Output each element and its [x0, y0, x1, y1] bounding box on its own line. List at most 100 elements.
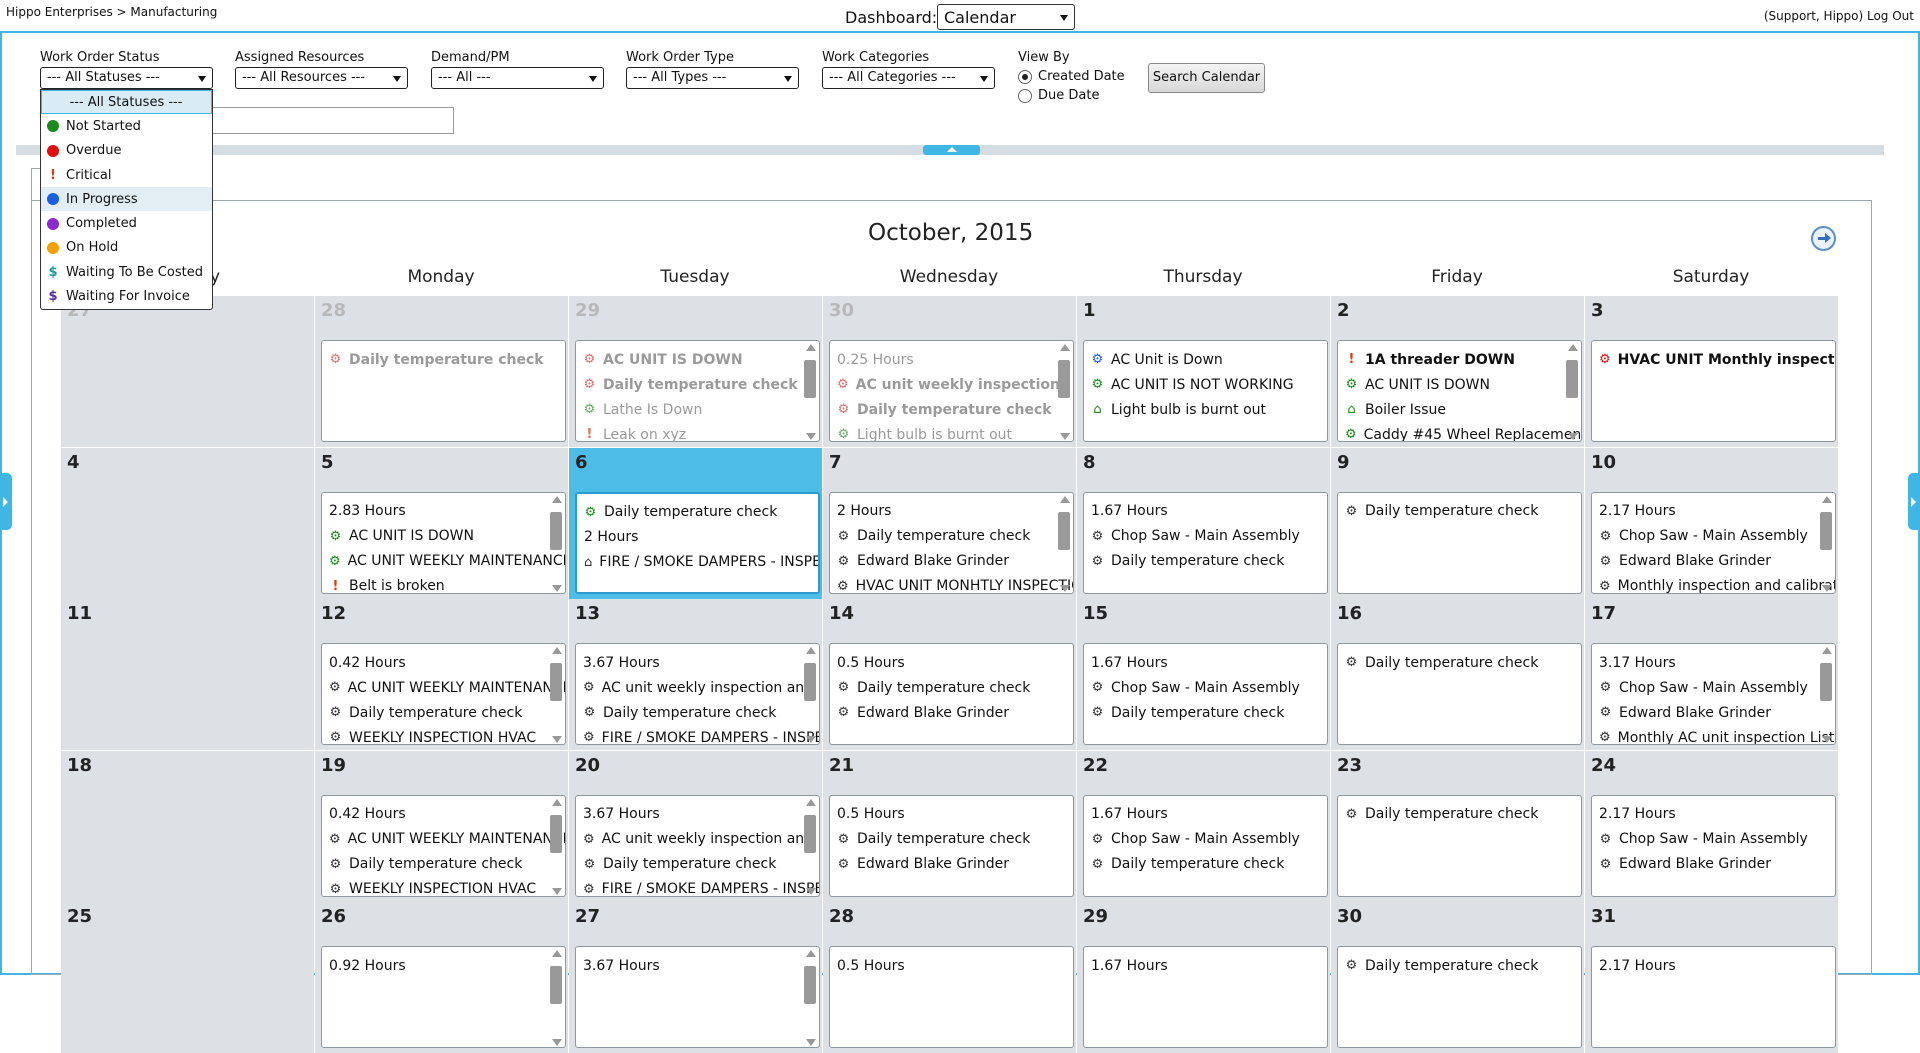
scrollbar[interactable]	[1565, 344, 1579, 440]
dashboard-select[interactable]: Calendar	[937, 4, 1075, 30]
scroll-thumb[interactable]	[550, 511, 562, 550]
calendar-day-cell[interactable]: 19 0.42 Hours ⚙ AC UNIT WEEKLY MAINTENANCE ⚙…	[315, 750, 568, 902]
scroll-up-icon[interactable]	[552, 495, 562, 503]
scrollbar[interactable]	[549, 798, 563, 895]
resources-select[interactable]: --- All Resources ---	[235, 67, 408, 89]
work-order-item[interactable]: ⚙ Lathe Is Down	[583, 397, 819, 422]
work-order-list[interactable]: 2 Hours ⚙ Daily temperature check ⚙ Edward B…	[829, 491, 1074, 594]
work-order-list[interactable]: 3.67 Hours ⚙ AC unit weekly inspection and…	[575, 643, 820, 745]
calendar-day-cell[interactable]: 15 1.67 Hours ⚙ Chop Saw - Main Assembly ⚙ Da…	[1077, 599, 1330, 750]
calendar-day-cell[interactable]: 16 ⚙ Daily temperature check	[1331, 599, 1584, 750]
calendar-day-cell[interactable]: 13 3.67 Hours ⚙ AC unit weekly inspection a…	[569, 599, 822, 750]
work-order-list[interactable]: 2.17 Hours ⚙ Chop Saw - Main Assembly ⚙ Edwa…	[1591, 794, 1836, 897]
work-order-item[interactable]: ⚙ HVAC UNIT Monthly inspection	[1599, 347, 1835, 372]
scroll-up-icon[interactable]	[806, 647, 816, 654]
calendar-day-cell[interactable]: 27 3.67 Hours	[569, 902, 822, 1053]
scroll-down-icon[interactable]	[1060, 433, 1070, 440]
work-order-item[interactable]: ⚙ AC UNIT IS DOWN	[1345, 372, 1581, 397]
type-select[interactable]: --- All Types ---	[626, 67, 799, 89]
status-option[interactable]: --- All Statuses ---	[41, 90, 212, 115]
status-option[interactable]: Completed	[41, 211, 212, 235]
scroll-down-icon[interactable]	[1822, 584, 1832, 592]
work-order-item[interactable]: ⚙ Edward Blake Grinder	[1599, 852, 1835, 877]
scroll-thumb[interactable]	[550, 663, 562, 701]
scroll-down-icon[interactable]	[1822, 736, 1832, 743]
work-order-item[interactable]: ⚙ Chop Saw - Main Assembly	[1599, 827, 1835, 852]
scrollbar[interactable]	[803, 647, 817, 743]
calendar-day-cell[interactable]: 5 2.83 Hours ⚙ AC UNIT IS DOWN ⚙ AC UNIT WEEK…	[315, 447, 568, 599]
work-order-list[interactable]: 2.17 Hours	[1591, 946, 1836, 1048]
search-calendar-button[interactable]: Search Calendar	[1148, 63, 1265, 93]
calendar-day-cell[interactable]: 28 0.5 Hours	[823, 902, 1076, 1053]
right-panel-toggle[interactable]	[1908, 473, 1920, 530]
work-order-item[interactable]: ⚙ AC UNIT IS DOWN	[329, 524, 565, 549]
work-order-list[interactable]: 0.5 Hours	[829, 946, 1074, 1048]
status-option[interactable]: On Hold	[41, 236, 212, 260]
scroll-up-icon[interactable]	[552, 798, 562, 806]
calendar-day-cell[interactable]: 1 ⚙ AC Unit is Down ⚙ AC UNIT IS NOT WORKING…	[1077, 296, 1330, 447]
logout-link[interactable]: (Support, Hippo) Log Out	[1764, 9, 1914, 23]
scroll-down-icon[interactable]	[552, 887, 562, 895]
work-order-item[interactable]: ⚙ Daily temperature check	[1091, 852, 1327, 877]
work-order-item[interactable]: ⚙ Edward Blake Grinder	[837, 700, 1073, 725]
scroll-thumb[interactable]	[804, 966, 816, 1004]
status-option[interactable]: $ Waiting To Be Costed	[41, 260, 212, 284]
scroll-thumb[interactable]	[1058, 511, 1070, 550]
work-order-list[interactable]: 0.5 Hours ⚙ Daily temperature check ⚙ Edward…	[829, 643, 1074, 745]
work-order-list[interactable]: ⚙ Daily temperature check	[1337, 946, 1582, 1048]
work-order-item[interactable]: ⚙ Daily temperature check	[329, 347, 565, 372]
work-order-item[interactable]: ⚙ FIRE / SMOKE DAMPERS - INSPECTION	[583, 725, 819, 745]
scroll-up-icon[interactable]	[806, 344, 816, 351]
work-order-list[interactable]: 1.67 Hours ⚙ Chop Saw - Main Assembly ⚙ Dail…	[1083, 794, 1328, 897]
next-month-button[interactable]	[1811, 226, 1836, 251]
calendar-day-cell[interactable]: 27	[61, 296, 314, 447]
work-order-item[interactable]: ⚙ Edward Blake Grinder	[1599, 700, 1835, 725]
radio-button[interactable]	[1018, 69, 1032, 84]
scrollbar[interactable]	[1057, 495, 1071, 592]
status-option[interactable]: Overdue	[41, 139, 212, 163]
scroll-down-icon[interactable]	[1568, 433, 1578, 440]
work-order-item[interactable]: ⚙ HVAC UNIT MONHTLY INSPECTION	[837, 574, 1073, 593]
calendar-day-cell[interactable]: 22 1.67 Hours ⚙ Chop Saw - Main Assembly ⚙ Da…	[1077, 750, 1330, 902]
scrollbar[interactable]	[803, 798, 817, 895]
work-order-item[interactable]: ⚙ Edward Blake Grinder	[837, 549, 1073, 574]
work-order-item[interactable]: ⌂ Boiler Issue	[1345, 397, 1581, 422]
work-order-list[interactable]: ⚙ AC UNIT IS DOWN ⚙ Daily temperature check…	[575, 340, 820, 442]
calendar-day-cell[interactable]: 26 0.92 Hours	[315, 902, 568, 1053]
scroll-thumb[interactable]	[550, 966, 562, 1004]
work-order-item[interactable]: ⚙ Daily temperature check	[837, 397, 1073, 422]
scrollbar[interactable]	[1057, 344, 1071, 440]
work-order-item[interactable]: ⚙ Light bulb is burnt out	[837, 422, 1073, 442]
scroll-up-icon[interactable]	[1822, 647, 1832, 654]
scroll-thumb[interactable]	[804, 814, 816, 853]
calendar-day-cell[interactable]: 6 ⚙ Daily temperature check 2 Hours ⌂ FIRE / …	[569, 447, 822, 599]
status-option[interactable]: $ Waiting For Invoice	[41, 284, 212, 308]
work-order-item[interactable]: ⚙ Daily temperature check	[329, 852, 565, 877]
work-order-item[interactable]: ⚙ Daily temperature check	[1345, 650, 1581, 675]
work-order-list[interactable]: 2.17 Hours ⚙ Chop Saw - Main Assembly ⚙ Edwa…	[1591, 491, 1836, 594]
scrollbar[interactable]	[1819, 647, 1833, 743]
calendar-day-cell[interactable]: 4	[61, 447, 314, 599]
work-order-item[interactable]: ⚙ Caddy #45 Wheel Replacement	[1345, 422, 1581, 442]
scroll-down-icon[interactable]	[1060, 584, 1070, 592]
work-order-item[interactable]: ⚙ Monthly AC unit inspection List	[1599, 725, 1835, 745]
work-order-item[interactable]: ⚙ AC UNIT IS NOT WORKING	[1091, 372, 1327, 397]
work-order-list[interactable]: ⚙ Daily temperature check	[1337, 643, 1582, 745]
scrollbar[interactable]	[549, 495, 563, 592]
scrollbar[interactable]	[549, 647, 563, 743]
calendar-day-cell[interactable]: 18	[61, 750, 314, 902]
work-order-item[interactable]: ⚙ Daily temperature check	[583, 700, 819, 725]
scroll-down-icon[interactable]	[552, 1039, 562, 1046]
work-order-item[interactable]: ⚙ Daily temperature check	[837, 827, 1073, 852]
work-order-item[interactable]: ⚙ AC UNIT IS DOWN	[583, 347, 819, 372]
work-order-item[interactable]: ⚙ Edward Blake Grinder	[1599, 549, 1835, 574]
work-order-list[interactable]: 0.42 Hours ⚙ AC UNIT WEEKLY MAINTENANCE ⚙ Da…	[321, 794, 566, 897]
work-order-item[interactable]: ⚙ AC UNIT WEEKLY MAINTENANCE	[329, 675, 565, 700]
work-order-item[interactable]: ⚙ Monthly inspection and calibration	[1599, 574, 1835, 593]
work-order-item[interactable]: ⚙ Daily temperature check	[583, 372, 819, 397]
scroll-up-icon[interactable]	[1568, 344, 1578, 351]
breadcrumb[interactable]: Hippo Enterprises > Manufacturing	[6, 5, 217, 19]
calendar-day-cell[interactable]: 3 ⚙ HVAC UNIT Monthly inspection	[1585, 296, 1838, 447]
scroll-down-icon[interactable]	[806, 433, 816, 440]
calendar-day-cell[interactable]: 31 2.17 Hours	[1585, 902, 1838, 1053]
